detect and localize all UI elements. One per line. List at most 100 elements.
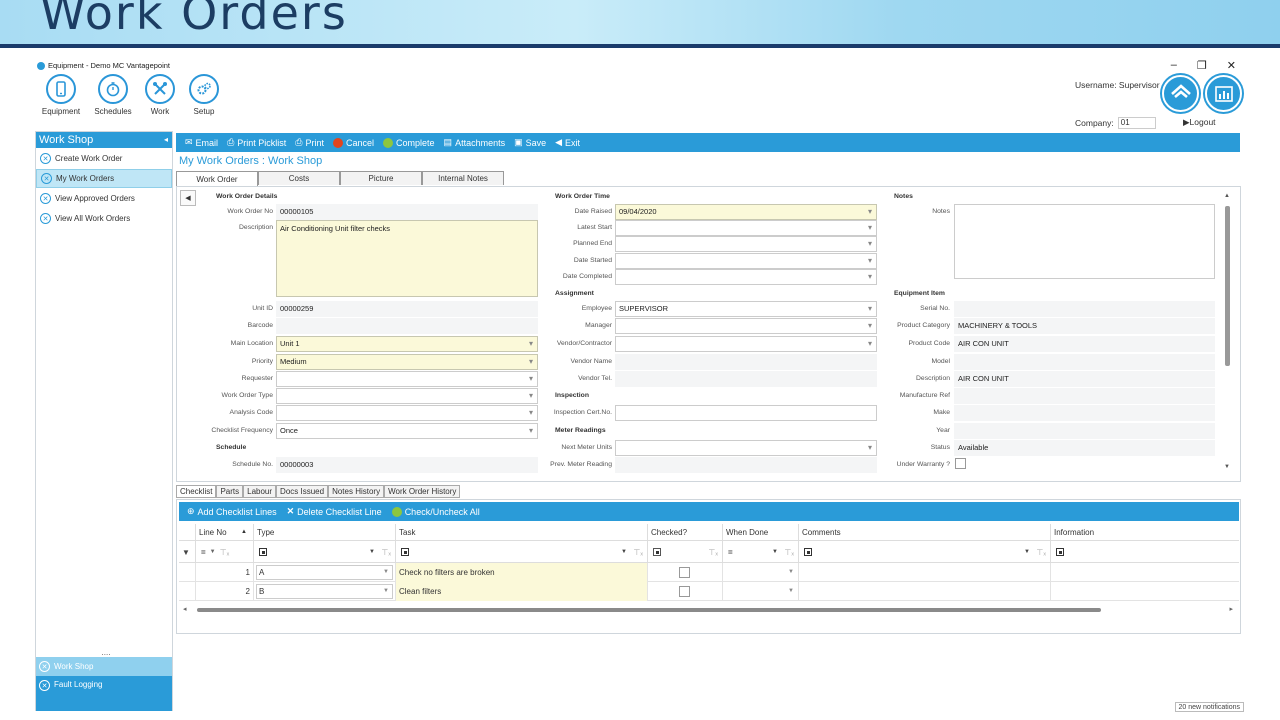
filter-when-done[interactable]: = ▼ ⊤ₓ	[722, 541, 798, 563]
next-meter-select[interactable]	[615, 440, 877, 456]
tab-internal-notes[interactable]: Internal Notes	[422, 171, 504, 185]
cell-checked[interactable]	[647, 582, 722, 601]
checklist-frequency-select[interactable]: Once	[276, 423, 538, 439]
tab-parts[interactable]: Parts	[216, 485, 244, 498]
barcode-field[interactable]	[276, 318, 538, 334]
close-icon[interactable]: ✕	[1227, 59, 1236, 72]
grid-hscrollbar[interactable]: ◂ ▸	[183, 605, 1233, 614]
scroll-left-icon[interactable]: ◂	[183, 605, 187, 613]
check-uncheck-all-button[interactable]: Check/Uncheck All	[391, 506, 480, 517]
inspection-cert-input[interactable]	[615, 405, 877, 421]
tab-costs[interactable]: Costs	[258, 171, 340, 185]
col-line-no[interactable]: Line No ▲	[195, 524, 253, 541]
nav-equipment-button[interactable]: Equipment	[37, 74, 85, 116]
scroll-up-icon[interactable]: ▲	[1224, 193, 1230, 199]
complete-button[interactable]: Complete	[383, 137, 435, 148]
col-type[interactable]: Type	[253, 524, 395, 541]
notes-textarea[interactable]	[954, 204, 1215, 279]
sidebar-item-view-all-work-orders[interactable]: ✕ View All Work Orders	[36, 209, 172, 228]
minimize-icon[interactable]: –	[1171, 59, 1177, 72]
cell-when-done[interactable]: ▼	[722, 563, 798, 582]
cell-checked[interactable]	[647, 563, 722, 582]
collapse-icon[interactable]: ◂	[164, 132, 168, 148]
print-picklist-button[interactable]: ⎙ Print Picklist	[227, 137, 286, 148]
tab-notes-history[interactable]: Notes History	[328, 485, 385, 498]
home-button[interactable]	[1162, 75, 1199, 112]
vendor-select[interactable]	[615, 336, 877, 352]
filter-comments[interactable]: ▼ ⊤ₓ	[798, 541, 1050, 563]
nav-work-button[interactable]: Work	[136, 74, 184, 116]
sidebar-group-fault-logging[interactable]: ✕ Fault Logging	[36, 676, 172, 711]
scroll-down-icon[interactable]: ▼	[1224, 464, 1230, 470]
tab-work-order[interactable]: Work Order	[176, 171, 258, 186]
sidebar-group-work-shop[interactable]: ✕ Work Shop	[36, 657, 172, 676]
tab-checklist[interactable]: Checklist	[176, 485, 217, 498]
cell-type[interactable]: B ▼	[253, 582, 395, 601]
cell-type[interactable]: A ▼	[253, 563, 395, 582]
save-button[interactable]: ▣ Save	[514, 137, 546, 148]
hscroll-thumb[interactable]	[197, 608, 1101, 612]
table-row[interactable]: 2 B ▼ Clean filters ▼	[179, 582, 1239, 601]
priority-select[interactable]: Medium	[276, 354, 538, 370]
delete-checklist-line-button[interactable]: ✕ Delete Checklist Line	[287, 506, 382, 517]
collapse-panel-button[interactable]: ◀	[180, 190, 196, 206]
date-started-picker[interactable]	[615, 253, 877, 269]
filter-type[interactable]: ▼ ⊤ₓ	[253, 541, 395, 563]
planned-end-picker[interactable]	[615, 236, 877, 252]
tab-labour[interactable]: Labour	[243, 485, 277, 498]
date-completed-picker[interactable]	[615, 269, 877, 285]
row-checkbox[interactable]	[679, 586, 690, 597]
filter-task[interactable]: ▼ ⊤ₓ	[395, 541, 647, 563]
col-task[interactable]: Task	[395, 524, 647, 541]
filter-icon[interactable]: ▼	[179, 541, 195, 563]
col-checked[interactable]: Checked?	[647, 524, 722, 541]
exit-button[interactable]: ◀ Exit	[555, 137, 580, 148]
tab-picture[interactable]: Picture	[340, 171, 422, 185]
sidebar-item-create-work-order[interactable]: ✕ Create Work Order	[36, 149, 172, 168]
row-checkbox[interactable]	[679, 567, 690, 578]
scroll-right-icon[interactable]: ▸	[1229, 605, 1233, 613]
logout-link[interactable]: ▶Logout	[1183, 117, 1216, 128]
company-input[interactable]: 01	[1117, 117, 1156, 129]
sidebar-item-view-approved-orders[interactable]: ✕ View Approved Orders	[36, 189, 172, 208]
manager-select[interactable]	[615, 318, 877, 334]
cell-task[interactable]: Clean filters	[395, 582, 647, 601]
description-field[interactable]: Air Conditioning Unit filter checks	[276, 220, 538, 297]
filter-checked[interactable]: ⊤ₓ	[647, 541, 722, 563]
requester-select[interactable]	[276, 371, 538, 387]
under-warranty-checkbox[interactable]	[955, 458, 966, 469]
work-order-type-select[interactable]	[276, 388, 538, 404]
print-button[interactable]: ⎙ Print	[295, 137, 324, 148]
unit-id-field[interactable]: 00000259	[276, 301, 538, 317]
tab-docs-issued[interactable]: Docs Issued	[276, 485, 329, 498]
nav-setup-button[interactable]: Setup	[180, 74, 228, 116]
col-information[interactable]: Information	[1050, 524, 1239, 541]
filter-information[interactable]	[1050, 541, 1239, 563]
sidebar-item-my-work-orders[interactable]: ✕ My Work Orders	[36, 169, 172, 188]
date-raised-picker[interactable]: 09/04/2020	[615, 204, 877, 220]
nav-schedules-button[interactable]: Schedules	[89, 74, 137, 116]
cancel-button[interactable]: Cancel	[333, 137, 374, 148]
table-row[interactable]: 1 A ▼ Check no filters are broken ▼	[179, 563, 1239, 582]
employee-select[interactable]: SUPERVISOR	[615, 301, 877, 317]
email-button[interactable]: ✉ Email	[185, 137, 218, 148]
main-location-select[interactable]: Unit 1	[276, 336, 538, 352]
analysis-code-select[interactable]	[276, 405, 538, 421]
cell-comments[interactable]	[798, 563, 1050, 582]
col-comments[interactable]: Comments	[798, 524, 1050, 541]
sidebar-resize-handle[interactable]: ....	[96, 648, 116, 657]
cell-when-done[interactable]: ▼	[722, 582, 798, 601]
col-when-done[interactable]: When Done	[722, 524, 798, 541]
cell-task[interactable]: Check no filters are broken	[395, 563, 647, 582]
dashboard-button[interactable]	[1205, 75, 1242, 112]
add-checklist-lines-button[interactable]: ⊕ Add Checklist Lines	[187, 506, 277, 517]
notifications-badge[interactable]: 20 new notifications	[1174, 702, 1244, 712]
filter-line-no[interactable]: = ▼ ⊤ₓ	[195, 541, 253, 563]
form-scrollbar[interactable]: ▲ ▼	[1224, 193, 1231, 473]
restore-icon[interactable]: ❐	[1197, 59, 1207, 72]
latest-start-picker[interactable]	[615, 220, 877, 236]
tab-work-order-history[interactable]: Work Order History	[384, 485, 461, 498]
cell-comments[interactable]	[798, 582, 1050, 601]
attachments-button[interactable]: ▤ Attachments	[444, 137, 506, 148]
scroll-thumb[interactable]	[1225, 206, 1230, 366]
